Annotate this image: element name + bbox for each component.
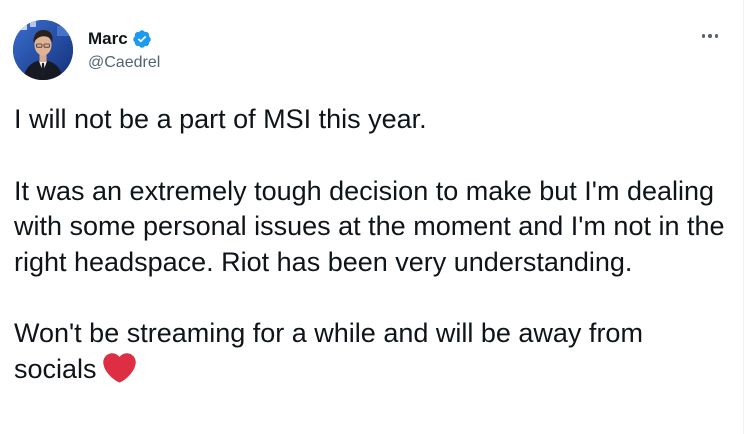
author-handle[interactable]: @Caedrel bbox=[88, 52, 160, 74]
more-options-icon[interactable] bbox=[698, 26, 722, 46]
card-border bbox=[743, 0, 744, 434]
more-dot bbox=[708, 34, 712, 38]
tweet-text: I will not be a part of MSI this year. I… bbox=[14, 102, 730, 387]
tweet-paragraph-2: It was an extremely tough decision to ma… bbox=[14, 175, 733, 277]
avatar-image bbox=[13, 20, 73, 80]
tweet-header: Marc @Caedrel bbox=[13, 20, 160, 80]
more-dot bbox=[701, 34, 706, 38]
verified-badge-icon bbox=[132, 29, 152, 49]
author-name[interactable]: Marc bbox=[88, 28, 128, 50]
avatar[interactable] bbox=[13, 20, 73, 80]
author-info: Marc @Caedrel bbox=[88, 27, 160, 74]
red-heart-icon bbox=[102, 352, 136, 383]
tweet-paragraph-1: I will not be a part of MSI this year. bbox=[14, 104, 427, 134]
more-dot bbox=[714, 34, 719, 38]
tweet-paragraph-3: Won't be streaming for a while and will … bbox=[14, 316, 730, 387]
tweet-card: Marc @Caedrel I will not be a part of MS… bbox=[0, 0, 750, 434]
name-row: Marc bbox=[88, 27, 160, 51]
